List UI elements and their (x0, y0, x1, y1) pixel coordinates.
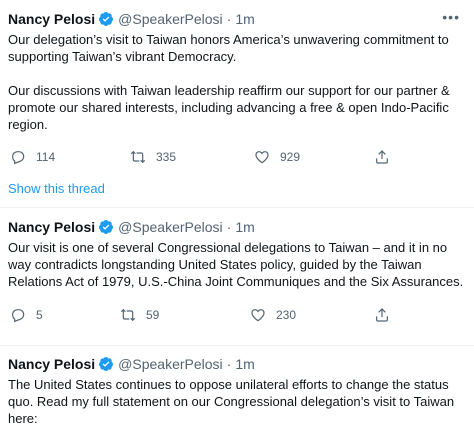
reply-count: 114 (36, 150, 56, 164)
retweet-icon (120, 308, 136, 322)
author-name[interactable]: Nancy Pelosi (8, 356, 95, 372)
author-handle[interactable]: @SpeakerPelosi (118, 356, 223, 372)
reply-button[interactable]: 114 (10, 149, 55, 165)
like-icon (255, 151, 269, 164)
tweet-3[interactable]: Nancy Pelosi @SpeakerPelosi · 1m The Uni… (0, 355, 474, 427)
tweet-paragraph: Our visit is one of several Congressiona… (8, 240, 464, 289)
reply-icon (12, 309, 25, 323)
more-icon[interactable]: ••• (442, 10, 460, 24)
verified-badge-icon (98, 219, 114, 235)
tweet-header: Nancy Pelosi @SpeakerPelosi · 1m (8, 355, 466, 373)
retweet-icon (130, 150, 146, 164)
author-handle[interactable]: @SpeakerPelosi (118, 219, 223, 235)
retweet-button[interactable]: 59 (120, 307, 159, 323)
reply-count: 5 (36, 308, 43, 322)
tweet-paragraph: Our delegation’s visit to Taiwan honors … (8, 32, 449, 64)
tweet-feed: Nancy Pelosi @SpeakerPelosi · 1m ••• Our… (0, 0, 474, 439)
divider (0, 207, 474, 208)
verified-badge-icon (98, 356, 114, 372)
tweet-header: Nancy Pelosi @SpeakerPelosi · 1m (8, 10, 466, 28)
tweet-2[interactable]: Nancy Pelosi @SpeakerPelosi · 1m Our vis… (0, 218, 474, 325)
show-thread-link[interactable]: Show this thread (8, 181, 105, 196)
like-count: 230 (276, 308, 297, 322)
tweet-actions: 5 59 230 (8, 307, 466, 325)
author-name[interactable]: Nancy Pelosi (8, 11, 95, 27)
tweet-actions: 114 335 929 (8, 149, 466, 167)
verified-badge-icon (98, 11, 114, 27)
retweet-count: 59 (146, 308, 160, 322)
like-button[interactable]: 230 (250, 307, 296, 323)
timestamp[interactable]: 1m (235, 356, 254, 372)
separator-dot: · (226, 11, 232, 27)
author-name[interactable]: Nancy Pelosi (8, 219, 95, 235)
reply-button[interactable]: 5 (10, 307, 43, 323)
tweet-1[interactable]: Nancy Pelosi @SpeakerPelosi · 1m ••• Our… (0, 10, 474, 167)
tweet-text: The United States continues to oppose un… (8, 376, 466, 427)
share-icon (376, 150, 388, 164)
tweet-text: Our delegation’s visit to Taiwan honors … (8, 31, 466, 133)
share-button[interactable] (374, 149, 400, 165)
tweet-paragraph: The United States continues to oppose un… (8, 377, 455, 426)
like-icon (251, 309, 265, 322)
separator-dot: · (226, 219, 232, 235)
divider (0, 345, 474, 346)
retweet-count: 335 (156, 150, 177, 164)
author-handle[interactable]: @SpeakerPelosi (118, 11, 223, 27)
like-button[interactable]: 929 (254, 149, 300, 165)
retweet-button[interactable]: 335 (130, 149, 176, 165)
like-count: 929 (280, 150, 301, 164)
share-button[interactable] (374, 307, 400, 323)
separator-dot: · (226, 356, 232, 372)
reply-icon (12, 151, 25, 165)
share-icon (376, 308, 388, 322)
timestamp[interactable]: 1m (235, 219, 254, 235)
tweet-paragraph: Our discussions with Taiwan leadership r… (8, 83, 450, 132)
tweet-text: Our visit is one of several Congressiona… (8, 239, 466, 290)
timestamp[interactable]: 1m (235, 11, 254, 27)
tweet-header: Nancy Pelosi @SpeakerPelosi · 1m (8, 218, 466, 236)
